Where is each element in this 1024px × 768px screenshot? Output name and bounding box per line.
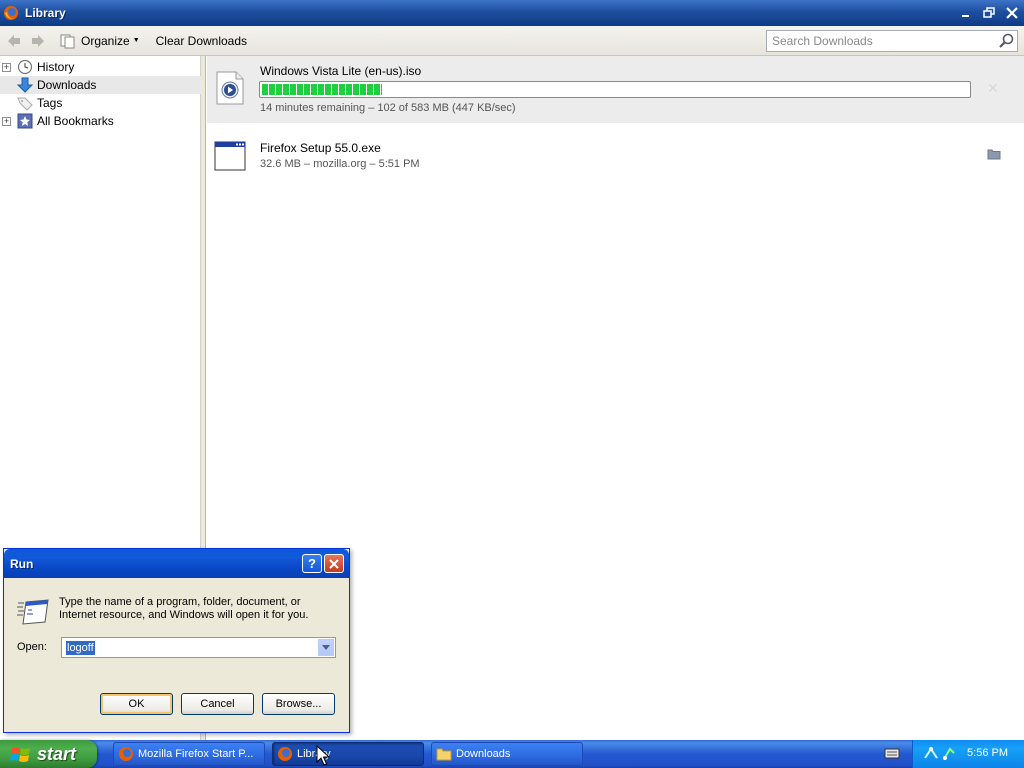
download-arrow-icon — [17, 77, 33, 93]
question-icon: ? — [308, 556, 316, 571]
network-icon[interactable] — [923, 746, 939, 762]
sidebar-item-label: All Bookmarks — [37, 114, 114, 128]
organize-label: Organize — [81, 33, 130, 48]
run-close-button[interactable] — [324, 554, 344, 573]
application-file-icon — [214, 141, 246, 171]
system-tray: 5:56 PM — [912, 740, 1024, 768]
restore-icon — [982, 7, 995, 18]
run-program-icon — [17, 599, 49, 625]
search-icon[interactable] — [998, 33, 1014, 49]
cancel-download-button[interactable]: ✕ — [987, 80, 999, 97]
browse-button[interactable]: Browse... — [262, 693, 335, 715]
sidebar-item-label: Tags — [37, 96, 63, 110]
clear-downloads-button[interactable]: Clear Downloads — [156, 34, 247, 48]
clock[interactable]: 5:56 PM — [967, 747, 1008, 759]
cancel-button[interactable]: Cancel — [181, 693, 254, 715]
safely-remove-hardware-icon[interactable] — [941, 746, 957, 762]
disc-image-file-icon — [216, 71, 244, 105]
open-combobox[interactable]: logoff — [61, 637, 336, 658]
clock-icon — [17, 59, 33, 75]
progress-fill — [262, 84, 383, 95]
taskbar-item-library[interactable]: Library — [272, 742, 424, 766]
download-item[interactable]: Firefox Setup 55.0.exe 32.6 MB – mozilla… — [207, 123, 1024, 193]
download-status: 32.6 MB – mozilla.org – 5:51 PM — [260, 158, 420, 170]
download-filename: Firefox Setup 55.0.exe — [260, 141, 381, 155]
combobox-dropdown-button[interactable] — [318, 639, 334, 656]
close-button[interactable] — [1001, 3, 1022, 23]
start-label: start — [37, 743, 77, 764]
help-button[interactable]: ? — [302, 554, 322, 573]
chevron-down-icon: ▼ — [132, 37, 140, 44]
sidebar-item-tags[interactable]: Tags — [0, 94, 201, 112]
run-dialog: Run ? Type the name of a program, folder… — [3, 548, 350, 733]
taskbar: start Mozilla Firefox Start P... Library… — [0, 740, 1024, 768]
sidebar-item-history[interactable]: + History — [0, 58, 201, 76]
run-description: Type the name of a program, folder, docu… — [59, 596, 309, 621]
sidebar-item-downloads[interactable]: Downloads — [0, 76, 201, 94]
ok-button[interactable]: OK — [100, 693, 173, 715]
forward-arrow-icon — [32, 34, 44, 47]
taskbar-item-downloads[interactable]: Downloads — [431, 742, 583, 766]
download-progress-bar — [259, 81, 971, 98]
run-dialog-title: Run — [10, 556, 34, 571]
firefox-icon — [4, 6, 18, 20]
taskbar-item-firefox-start-page[interactable]: Mozilla Firefox Start P... — [113, 742, 265, 766]
firefox-icon — [119, 747, 133, 761]
firefox-icon — [278, 747, 292, 761]
run-dialog-titlebar[interactable]: Run — [4, 549, 349, 578]
library-toolbar: Organize ▼ Clear Downloads — [0, 26, 1024, 56]
organize-icon — [60, 34, 75, 48]
open-input[interactable]: logoff — [66, 641, 95, 655]
open-label: Open: — [17, 641, 47, 653]
search-input[interactable] — [766, 30, 1018, 52]
restore-button[interactable] — [978, 3, 999, 23]
taskbar-item-label: Downloads — [456, 748, 511, 760]
minimize-button[interactable] — [955, 3, 976, 23]
bookmarks-star-icon — [17, 113, 33, 129]
tag-icon — [17, 95, 33, 111]
open-folder-icon[interactable] — [987, 148, 1001, 160]
back-button[interactable] — [4, 31, 24, 51]
organize-button[interactable]: Organize ▼ — [60, 33, 140, 49]
expand-twisty[interactable]: + — [2, 116, 11, 126]
library-titlebar[interactable]: Library — [0, 0, 1024, 26]
back-arrow-icon — [8, 34, 20, 47]
keyboard-icon[interactable] — [884, 746, 900, 760]
download-item[interactable]: Windows Vista Lite (en-us).iso 14 minute… — [207, 56, 1024, 123]
start-button[interactable]: start — [0, 740, 97, 768]
chevron-down-icon — [322, 644, 330, 650]
expand-twisty[interactable]: + — [2, 62, 11, 72]
sidebar-item-all-bookmarks[interactable]: + All Bookmarks — [0, 112, 201, 130]
download-status: 14 minutes remaining – 102 of 583 MB (44… — [260, 102, 516, 114]
window-title: Library — [25, 6, 66, 20]
folder-icon — [436, 748, 452, 761]
forward-button[interactable] — [28, 31, 48, 51]
taskbar-item-label: Mozilla Firefox Start P... — [138, 748, 254, 760]
sidebar-item-label: History — [37, 60, 75, 74]
minimize-icon — [961, 15, 969, 17]
close-icon — [329, 558, 339, 569]
close-icon — [1005, 7, 1018, 19]
download-filename: Windows Vista Lite (en-us).iso — [260, 64, 422, 78]
windows-flag-icon — [10, 747, 30, 762]
mouse-cursor-icon — [316, 745, 330, 766]
sidebar-item-label: Downloads — [37, 78, 97, 92]
